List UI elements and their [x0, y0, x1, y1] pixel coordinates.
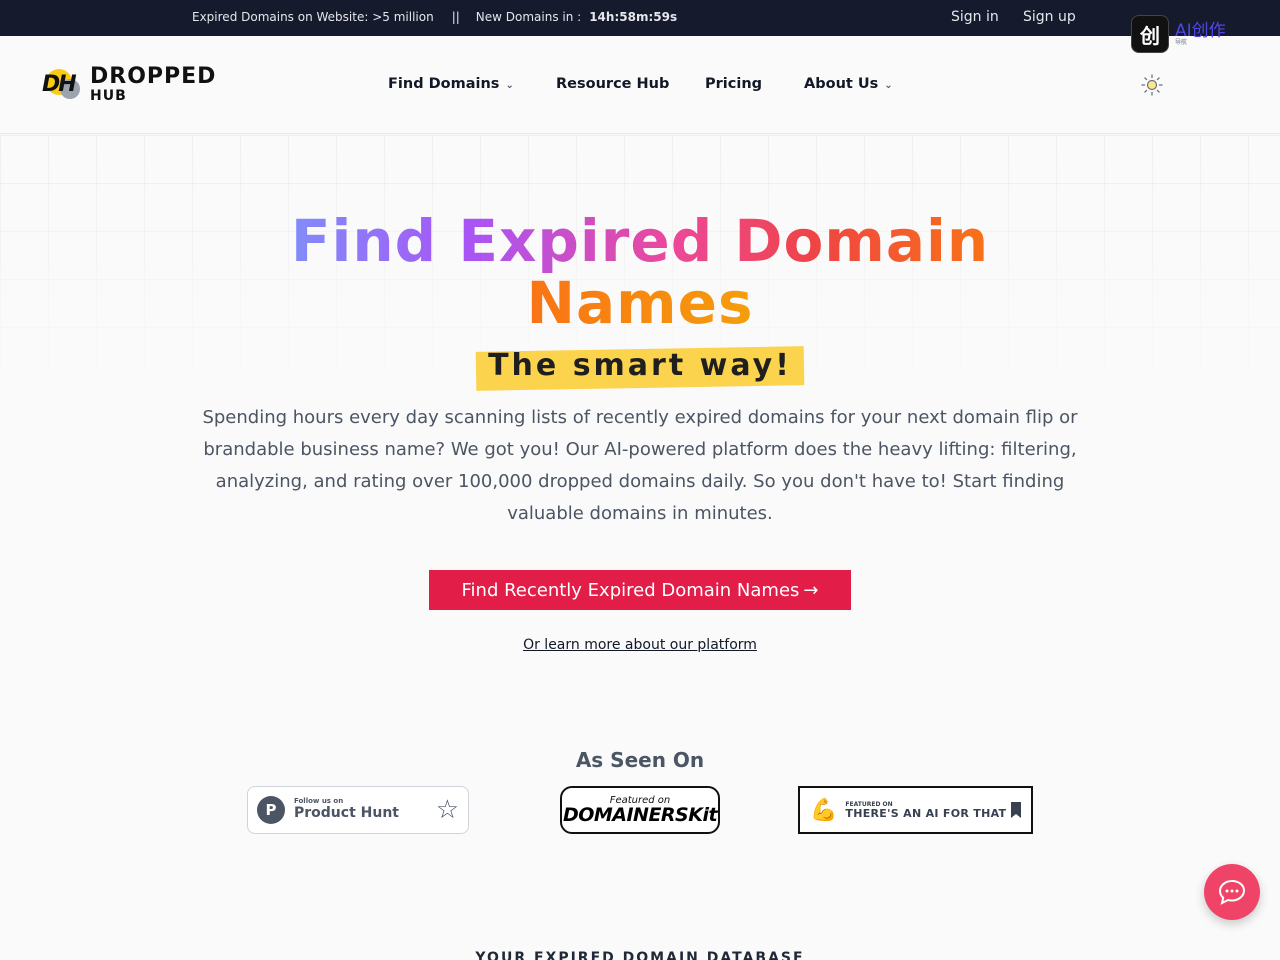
stats-separator: || [451, 10, 460, 24]
ai-badge-icon: 创 [1131, 15, 1169, 53]
learn-more-link[interactable]: Or learn more about our platform [523, 637, 757, 653]
product-hunt-icon: P [257, 796, 285, 824]
chat-bubble-icon [1218, 879, 1246, 905]
chevron-down-icon: ⌄ [884, 80, 893, 91]
find-domains-cta-button[interactable]: Find Recently Expired Domain Names → [429, 570, 851, 610]
sun-icon[interactable] [1141, 74, 1163, 96]
announcement-bar: Expired Domains on Website: >5 million |… [0, 0, 1280, 36]
flexed-arm-icon: 💪 [810, 797, 838, 823]
database-section-heading: YOUR EXPIRED DOMAIN DATABASE [475, 950, 805, 960]
star-icon: ☆ [435, 795, 459, 825]
new-domains-label: New Domains in : [475, 10, 582, 24]
as-seen-on-title: As Seen On [575, 748, 705, 772]
ai-badge-text: AI创作 [1175, 20, 1226, 41]
nav-find-domains[interactable]: Find Domains ⌄ [388, 76, 514, 92]
chevron-down-icon: ⌄ [505, 80, 514, 91]
ai-nav-badge[interactable]: 创 AI创作 导航 [1131, 15, 1263, 53]
arrow-right-icon: → [803, 579, 819, 601]
sign-up-link[interactable]: Sign up [1023, 9, 1076, 25]
site-header: DH DROPPED HUB Find Domains ⌄ Resource Hu… [0, 36, 1280, 134]
chat-button[interactable] [1204, 864, 1260, 920]
nav-resource-hub[interactable]: Resource Hub [556, 76, 669, 92]
nav-pricing[interactable]: Pricing [705, 76, 762, 92]
domain-stats: Expired Domains on Website: >5 million |… [192, 10, 677, 24]
learn-more-row: Or learn more about our platform [0, 637, 1280, 653]
domainers-kit-badge[interactable]: Featured on DOMAINERSKit [560, 786, 720, 834]
hero-highlight: The smart way! [488, 348, 792, 383]
hero-title: Find Expired Domain Names [290, 207, 990, 337]
bookmark-icon [1011, 802, 1021, 818]
sign-in-link[interactable]: Sign in [951, 9, 999, 25]
product-hunt-badge[interactable]: P Follow us on Product Hunt ☆ [247, 786, 469, 834]
hero-description: Spending hours every day scanning lists … [202, 407, 1078, 524]
expired-count-text: Expired Domains on Website: >5 million [192, 10, 434, 24]
theres-an-ai-badge[interactable]: 💪 FEATURED ON THERE'S AN AI FOR THAT [798, 786, 1033, 834]
nav-about-us[interactable]: About Us ⌄ [804, 76, 893, 92]
main-nav: Find Domains ⌄ Resource Hub Pricing About… [0, 76, 1280, 96]
countdown-timer: 14h:58m:59s [589, 10, 678, 24]
